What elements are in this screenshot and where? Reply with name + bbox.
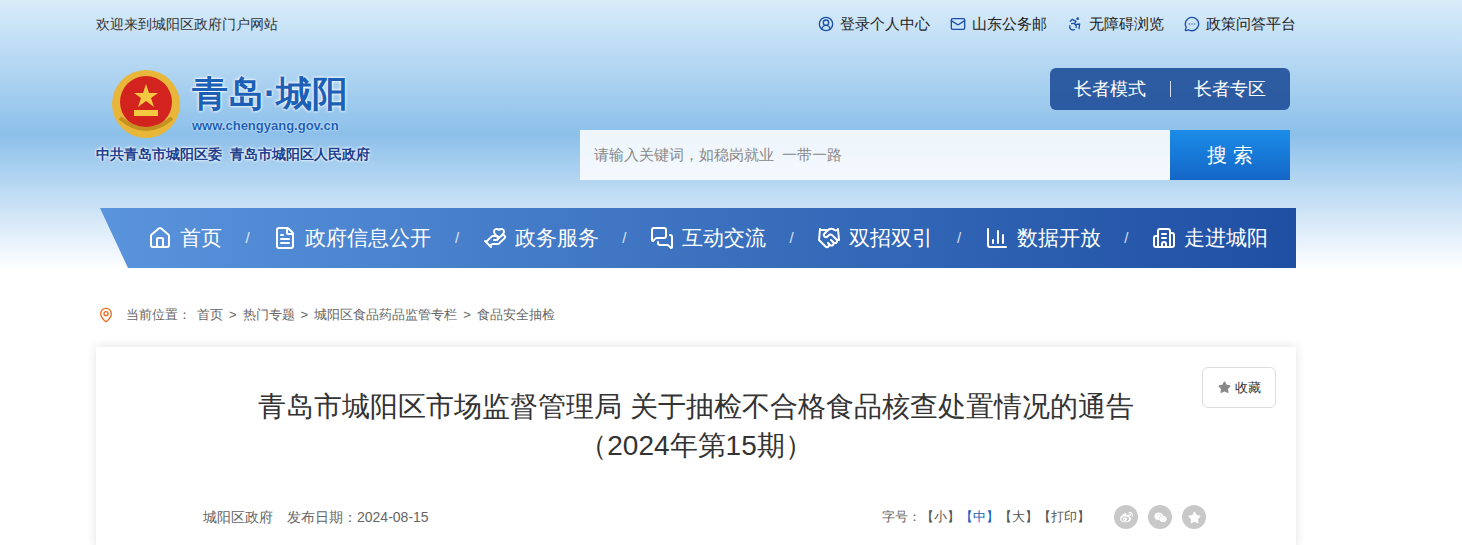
- search-bar: 搜 索: [580, 130, 1290, 180]
- nav-item[interactable]: 双招双引: [817, 222, 933, 254]
- nav-item[interactable]: 首页: [148, 222, 222, 254]
- emblem-icon: [110, 68, 182, 140]
- nav-separator: /: [455, 227, 459, 250]
- top-link-icon: [950, 16, 966, 32]
- nav-item[interactable]: 互动交流: [650, 222, 766, 254]
- article-meta: 城阳区政府发布日期：2024-08-15 字号：【小】【中】【大】【打印】: [96, 505, 1296, 529]
- font-size-option[interactable]: 【小】: [921, 507, 960, 527]
- welcome-text: 欢迎来到城阳区政府门户网站: [96, 14, 278, 35]
- nav-icon: [817, 226, 841, 250]
- nav-icon: [148, 226, 172, 250]
- top-link-icon: [1184, 16, 1200, 32]
- elder-link[interactable]: 长者专区: [1170, 81, 1291, 97]
- site-title: 青岛·城阳: [192, 72, 348, 116]
- nav-item[interactable]: 政务服务: [483, 222, 599, 254]
- search-button[interactable]: 搜 索: [1170, 130, 1290, 180]
- star-icon: [1218, 381, 1231, 394]
- article-card: 收藏青岛市城阳区市场监督管理局 关于抽检不合格食品核查处置情况的通告（2024年…: [96, 347, 1296, 545]
- site-logo: 青岛·城阳www.chengyang.gov.cn 中共青岛市城阳区委 青岛市城阳…: [96, 48, 370, 180]
- top-link[interactable]: 无障碍浏览: [1067, 13, 1164, 36]
- breadcrumb: 当前位置：首页>热门专题>城阳区食品药品监管专栏>食品安全抽检: [96, 304, 1296, 326]
- breadcrumb-item[interactable]: 热门专题: [243, 305, 295, 325]
- breadcrumb-item[interactable]: 城阳区食品药品监管专栏: [314, 305, 457, 325]
- top-link[interactable]: 政策问答平台: [1184, 13, 1296, 36]
- header: 欢迎来到城阳区政府门户网站 登录个人中心山东公务邮无障碍浏览政策问答平台青岛·城阳…: [0, 0, 1462, 269]
- collect-button[interactable]: 收藏: [1202, 367, 1276, 408]
- article-date: 发布日期：2024-08-15: [287, 507, 429, 528]
- nav-separator: /: [790, 227, 794, 250]
- breadcrumb-item[interactable]: 首页: [197, 305, 223, 325]
- search-input[interactable]: [580, 130, 1170, 180]
- breadcrumb-separator: >: [229, 305, 237, 325]
- location-icon: [98, 307, 114, 323]
- share-button[interactable]: [1148, 505, 1172, 529]
- nav-icon: [273, 226, 297, 250]
- article-source: 城阳区政府: [203, 507, 273, 528]
- font-size-option[interactable]: 【中】: [960, 507, 999, 527]
- nav-separator: /: [1124, 227, 1128, 250]
- main-nav: 首页 / 政府信息公开 / 政务服务 / 互动交流 / 双招双引 / 数据开放 / 走进城阳: [100, 208, 1296, 268]
- share-icon: [1188, 511, 1201, 524]
- nav-separator: /: [622, 227, 626, 250]
- top-link-icon: [818, 16, 834, 32]
- nav-icon: [985, 226, 1009, 250]
- nav-item[interactable]: 政府信息公开: [273, 222, 431, 254]
- article-title: 青岛市城阳区市场监督管理局 关于抽检不合格食品核查处置情况的通告（2024年第1…: [231, 387, 1161, 465]
- page: 欢迎来到城阳区政府门户网站 登录个人中心山东公务邮无障碍浏览政策问答平台青岛·城阳…: [0, 0, 1462, 545]
- elder-box: 长者模式长者专区: [1050, 68, 1290, 110]
- nav-icon: [483, 226, 507, 250]
- nav-icon: [650, 226, 674, 250]
- print-link[interactable]: 【打印】: [1038, 507, 1090, 527]
- share-button[interactable]: [1114, 505, 1138, 529]
- share-icon: [1120, 511, 1133, 524]
- font-size-label: 字号：: [882, 507, 921, 527]
- nav-item[interactable]: 走进城阳: [1152, 222, 1268, 254]
- nav-icon: [1152, 226, 1176, 250]
- top-link-icon: [1067, 16, 1083, 32]
- nav-separator: /: [246, 227, 250, 250]
- top-bar: 欢迎来到城阳区政府门户网站 登录个人中心山东公务邮无障碍浏览政策问答平台: [96, 0, 1296, 48]
- elder-link[interactable]: 长者模式: [1050, 76, 1170, 103]
- site-url: www.chengyang.gov.cn: [192, 116, 348, 136]
- breadcrumb-separator: >: [301, 305, 309, 325]
- nav-separator: /: [957, 227, 961, 250]
- site-subtitle: 中共青岛市城阳区委 青岛市城阳区人民政府: [96, 144, 370, 165]
- breadcrumb-item[interactable]: 食品安全抽检: [477, 305, 555, 325]
- nav-item[interactable]: 数据开放: [985, 222, 1101, 254]
- top-link[interactable]: 登录个人中心: [818, 13, 930, 36]
- share-icon: [1154, 511, 1167, 524]
- font-size-option[interactable]: 【大】: [999, 507, 1038, 527]
- breadcrumb-separator: >: [463, 305, 471, 325]
- top-link[interactable]: 山东公务邮: [950, 13, 1047, 36]
- share-button[interactable]: [1182, 505, 1206, 529]
